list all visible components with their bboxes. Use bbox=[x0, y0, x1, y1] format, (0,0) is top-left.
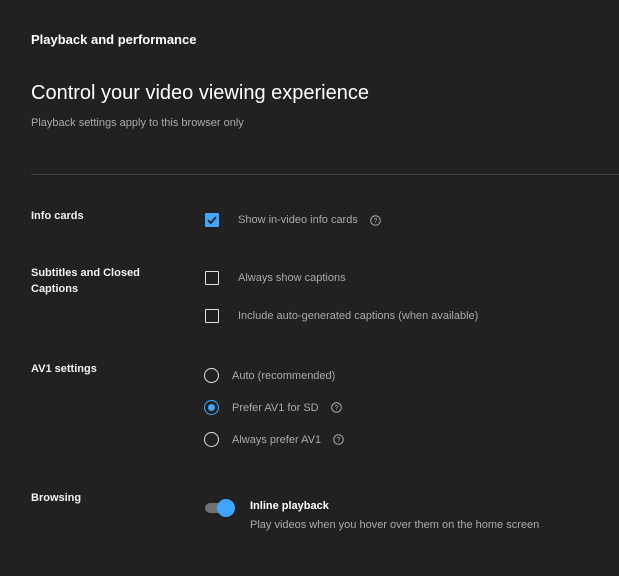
info-cards-checkbox[interactable] bbox=[205, 213, 219, 227]
av1-auto-option[interactable]: Auto (recommended) bbox=[204, 368, 335, 383]
info-cards-option[interactable]: Show in-video info cards ? bbox=[205, 213, 381, 227]
av1-prefer-sd-option[interactable]: Prefer AV1 for SD ? bbox=[204, 400, 342, 415]
checkmark-icon bbox=[207, 216, 217, 225]
question-circle-icon[interactable]: ? bbox=[333, 434, 344, 445]
always-show-captions-option[interactable]: Always show captions bbox=[205, 271, 346, 285]
toggle-knob bbox=[217, 499, 235, 517]
question-circle-icon[interactable]: ? bbox=[330, 402, 342, 413]
av1-prefer-sd-radio[interactable] bbox=[204, 400, 219, 415]
section-label: Playback and performance bbox=[31, 32, 197, 47]
divider bbox=[31, 174, 619, 175]
av1-always-option[interactable]: Always prefer AV1 ? bbox=[204, 432, 344, 447]
page-title: Control your video viewing experience bbox=[31, 82, 369, 104]
inline-playback-title: Inline playback bbox=[250, 500, 329, 512]
always-show-captions-label: Always show captions bbox=[238, 272, 346, 284]
av1-always-radio[interactable] bbox=[204, 432, 219, 447]
info-cards-option-label: Show in-video info cards bbox=[238, 214, 358, 226]
auto-generated-captions-label: Include auto-generated captions (when av… bbox=[238, 310, 479, 322]
question-circle-icon[interactable]: ? bbox=[370, 214, 381, 226]
av1-settings-label: AV1 settings bbox=[31, 363, 97, 375]
svg-text:?: ? bbox=[334, 405, 338, 412]
av1-auto-label: Auto (recommended) bbox=[232, 369, 336, 382]
svg-text:?: ? bbox=[373, 218, 377, 225]
settings-page: Playback and performance Control your vi… bbox=[0, 0, 619, 576]
captions-label: Subtitles and Closed Captions bbox=[31, 267, 140, 295]
auto-generated-captions-option[interactable]: Include auto-generated captions (when av… bbox=[205, 309, 478, 323]
inline-playback-toggle[interactable] bbox=[205, 499, 235, 517]
page-subtitle: Playback settings apply to this browser … bbox=[31, 117, 244, 129]
inline-playback-description: Play videos when you hover over them on … bbox=[250, 519, 540, 531]
av1-auto-radio[interactable] bbox=[204, 368, 219, 383]
always-show-captions-checkbox[interactable] bbox=[205, 271, 219, 285]
av1-prefer-sd-label: Prefer AV1 for SD bbox=[232, 401, 319, 414]
browsing-label: Browsing bbox=[31, 492, 82, 504]
av1-always-label: Always prefer AV1 bbox=[232, 433, 322, 446]
info-cards-label: Info cards bbox=[31, 210, 84, 222]
auto-generated-captions-checkbox[interactable] bbox=[205, 309, 219, 323]
svg-text:?: ? bbox=[337, 437, 341, 444]
